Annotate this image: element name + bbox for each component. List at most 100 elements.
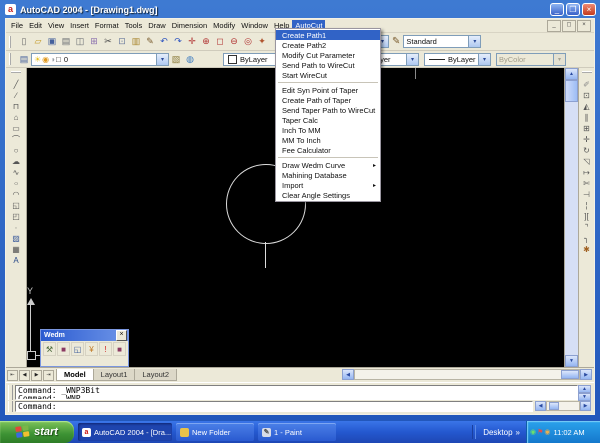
menu-item-import[interactable]: Import▸ xyxy=(276,180,380,190)
layer-previous-icon[interactable]: ▧ xyxy=(169,53,183,66)
move-icon[interactable]: ✛ xyxy=(580,134,593,145)
layers-dialog-icon[interactable]: ▤ xyxy=(17,53,31,66)
command-input[interactable]: Command: xyxy=(15,401,533,412)
combo-arrow-icon[interactable]: ▾ xyxy=(406,54,418,65)
tab-layout1[interactable]: Layout1 xyxy=(93,369,136,381)
wedm-window-icon[interactable]: ◱ xyxy=(71,342,84,356)
update-tray-icon[interactable]: ◉ xyxy=(544,428,550,436)
trim-icon[interactable]: ✄ xyxy=(580,178,593,189)
plotstyle-combo[interactable]: ByColor ▾ xyxy=(496,53,566,66)
multiline-text-icon[interactable]: A xyxy=(10,255,23,266)
toolbar-grip[interactable] xyxy=(9,53,15,65)
taskbar-task-autocad-2004-dra[interactable]: aAutoCAD 2004 - [Dra... xyxy=(78,423,172,441)
command-history[interactable]: Command: _WNP3BitCommand: _WNP xyxy=(15,385,578,400)
taskbar-task-1-paint[interactable]: ✎1 - Paint xyxy=(258,423,336,441)
explode-icon[interactable]: ✱ xyxy=(580,244,593,255)
standard-style-combo[interactable]: Standard ▾ xyxy=(403,35,481,48)
offset-icon[interactable]: ∥ xyxy=(580,112,593,123)
break-icon[interactable]: ][ xyxy=(580,211,593,222)
zoom-icon[interactable]: ◎ xyxy=(241,35,255,48)
tab-nav-button-1[interactable]: ◀ xyxy=(19,370,30,381)
fillet-icon[interactable]: ╮ xyxy=(580,233,593,244)
menu-item-modify-cut-parameter[interactable]: Modify Cut Parameter xyxy=(276,50,380,60)
ellipse-arc-icon[interactable]: ◠ xyxy=(10,189,23,200)
child-restore-button[interactable]: ◻ xyxy=(562,20,576,32)
menu-item-mm-to-inch[interactable]: MM To Inch xyxy=(276,135,380,145)
scroll-down-icon[interactable]: ▼ xyxy=(578,393,591,401)
tab-nav-button-3[interactable]: ⇥ xyxy=(43,370,54,381)
spline-icon[interactable]: ∿ xyxy=(10,167,23,178)
menu-item-send-path-to-wirecut[interactable]: Send Path to WireCut xyxy=(276,60,380,70)
menu-item-create-path1[interactable]: Create Path1 xyxy=(276,30,380,40)
open-icon[interactable]: ▱ xyxy=(31,35,45,48)
scale-icon[interactable]: ◹ xyxy=(580,156,593,167)
chamfer-icon[interactable]: ⌝ xyxy=(580,222,593,233)
menubar-item-format[interactable]: Format xyxy=(92,20,122,31)
arc-icon[interactable]: ⌒ xyxy=(10,134,23,145)
scroll-left-icon[interactable]: ◀ xyxy=(535,401,546,411)
publish-icon[interactable]: ⊞ xyxy=(87,35,101,48)
menu-item-fee-calculator[interactable]: Fee Calculator xyxy=(276,145,380,155)
plot-preview-icon[interactable]: ◫ xyxy=(73,35,87,48)
polyline-icon[interactable]: ⊓ xyxy=(10,101,23,112)
scrollbar-track[interactable] xyxy=(565,102,578,355)
properties-icon[interactable]: ✦ xyxy=(255,35,269,48)
rectangle-icon[interactable]: ▭ xyxy=(10,123,23,134)
cut-icon[interactable]: ✂ xyxy=(101,35,115,48)
menu-item-create-path2[interactable]: Create Path2 xyxy=(276,40,380,50)
tab-nav-button-2[interactable]: ▶ xyxy=(31,370,42,381)
save-icon[interactable]: ▣ xyxy=(45,35,59,48)
scroll-down-icon[interactable]: ▼ xyxy=(565,355,578,367)
canvas-vertical-scrollbar[interactable]: ▲ ▼ xyxy=(564,68,578,367)
scroll-up-icon[interactable]: ▲ xyxy=(565,68,578,80)
minimize-button[interactable]: _ xyxy=(550,3,564,16)
scrollbar-track[interactable] xyxy=(546,401,580,411)
combo-arrow-icon[interactable]: ▾ xyxy=(478,54,490,65)
tab-model[interactable]: Model xyxy=(56,369,94,381)
child-close-button[interactable]: × xyxy=(577,20,591,32)
new-icon[interactable]: ▯ xyxy=(17,35,31,48)
zoom-window-icon[interactable]: ◻ xyxy=(213,35,227,48)
menu-item-mahining-database[interactable]: Mahining Database xyxy=(276,170,380,180)
menubar-item-draw[interactable]: Draw xyxy=(145,20,169,31)
menubar-item-tools[interactable]: Tools xyxy=(122,20,146,31)
menu-item-draw-wedm-curve[interactable]: Draw Wedm Curve▸ xyxy=(276,160,380,170)
scroll-up-icon[interactable]: ▲ xyxy=(578,385,591,393)
menu-item-inch-to-mm[interactable]: Inch To MM xyxy=(276,125,380,135)
menubar-item-modify[interactable]: Modify xyxy=(210,20,238,31)
zoom-realtime-icon[interactable]: ⊕ xyxy=(199,35,213,48)
command-horizontal-scrollbar[interactable]: ◀ ▶ xyxy=(535,401,591,412)
hatch-icon[interactable]: ▨ xyxy=(10,233,23,244)
wedm-alert-icon[interactable]: ! xyxy=(99,342,112,356)
array-icon[interactable]: ⊞ xyxy=(580,123,593,134)
combo-arrow-icon[interactable]: ▾ xyxy=(156,54,168,65)
construction-line-icon[interactable]: ∕ xyxy=(10,90,23,101)
maximize-button[interactable]: ❐ xyxy=(566,3,580,16)
command-window-grip[interactable] xyxy=(8,401,13,412)
titlebar[interactable]: a AutoCAD 2004 - [Drawing1.dwg] _ ❐ × xyxy=(0,0,600,18)
antivirus-tray-icon[interactable]: ◉ xyxy=(530,428,536,436)
scrollbar-thumb[interactable] xyxy=(561,370,579,379)
stretch-icon[interactable]: ↦ xyxy=(580,167,593,178)
scroll-right-icon[interactable]: ▶ xyxy=(580,369,592,380)
chevron-icon[interactable]: » xyxy=(516,428,520,437)
line-icon[interactable]: ╱ xyxy=(10,79,23,90)
wedm-close-icon[interactable]: × xyxy=(116,330,127,341)
child-minimize-button[interactable]: _ xyxy=(547,20,561,32)
break-at-point-icon[interactable]: ¦ xyxy=(580,200,593,211)
undo-icon[interactable]: ↶ xyxy=(157,35,171,48)
tab-layout2[interactable]: Layout2 xyxy=(134,369,177,381)
ellipse-icon[interactable]: ○ xyxy=(10,180,23,187)
redo-icon[interactable]: ↷ xyxy=(171,35,185,48)
scrollbar-track[interactable] xyxy=(354,369,580,380)
scrollbar-thumb[interactable] xyxy=(549,402,559,410)
close-button[interactable]: × xyxy=(582,3,596,16)
circle-icon[interactable]: ○ xyxy=(10,145,23,156)
combo-arrow-icon[interactable]: ▾ xyxy=(468,36,480,47)
combo-arrow-icon[interactable]: ▾ xyxy=(553,54,565,65)
insert-block-icon[interactable]: ◱ xyxy=(10,200,23,211)
mirror-icon[interactable]: ◭ xyxy=(580,101,593,112)
zoom-previous-icon[interactable]: ⊖ xyxy=(227,35,241,48)
start-button[interactable]: start xyxy=(0,421,74,443)
rotate-icon[interactable]: ↻ xyxy=(580,145,593,156)
